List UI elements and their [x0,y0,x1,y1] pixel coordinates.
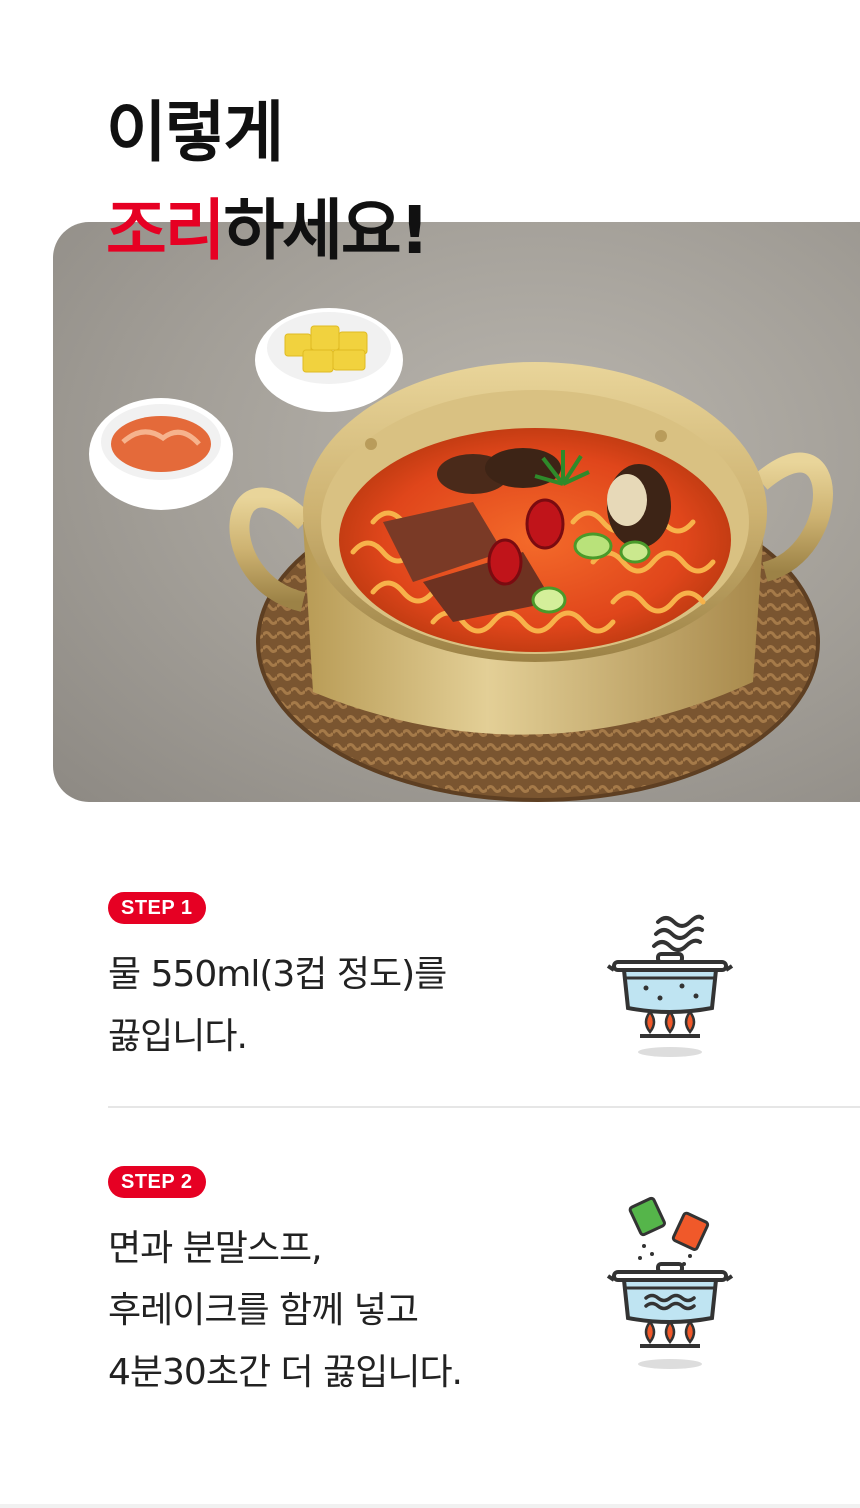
ramen-pot-photo [53,222,860,802]
title-rest: 하세요! [223,192,429,269]
page-title: 이렇게 조리하세요! [106,84,430,280]
step-1-line-2: 끓입니다. [108,1016,248,1057]
add-ingredients-pot-icon [600,1194,740,1378]
flakes-packet-icon [628,1196,666,1237]
step-2-text: 면과 분말스프, 후레이크를 함께 넣고 4분30초간 더 끓입니다. [108,1218,463,1404]
step-1-text: 물 550ml(3컵 정도)를 끓입니다. [108,944,447,1068]
step-1-badge: STEP 1 [108,892,206,924]
title-highlight: 조리 [106,192,225,269]
ramen-illustration [89,308,833,802]
footer-divider [0,1504,860,1508]
step-2-badge: STEP 2 [108,1166,206,1198]
step-2-line-2: 후레이크를 함께 넣고 [108,1290,419,1331]
boiling-pot-icon [600,900,740,1069]
step-1-line-1: 물 550ml(3컵 정도)를 [108,954,447,995]
title-line-2: 조리하세요! [106,182,430,280]
title-line-1: 이렇게 [106,94,284,171]
step-divider [108,1106,860,1108]
green-onion [573,532,613,560]
soup-powder-packet-icon [671,1211,710,1251]
step-2-line-1: 면과 분말스프, [108,1228,323,1269]
step-2-line-3: 4분30초간 더 끓입니다. [108,1352,463,1393]
chili-slice [525,498,565,550]
